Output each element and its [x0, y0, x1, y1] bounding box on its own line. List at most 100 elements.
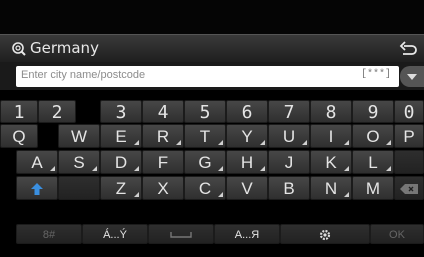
key-blank-left[interactable]: [58, 176, 100, 200]
key-label: C: [198, 179, 212, 198]
key-n[interactable]: N: [310, 176, 352, 200]
symbols-key[interactable]: 8#: [16, 224, 82, 244]
country-title: Germany: [30, 39, 99, 57]
key-label: K: [325, 153, 337, 172]
key-g[interactable]: G: [184, 150, 226, 174]
key-b[interactable]: B: [268, 176, 310, 200]
key-label: B: [283, 179, 295, 198]
chevron-down-icon: [407, 74, 417, 80]
key-o[interactable]: O: [352, 124, 394, 148]
key-label: 9: [367, 102, 379, 123]
key-j[interactable]: J: [268, 150, 310, 174]
search-placeholder: Enter city name/postcode: [21, 69, 146, 81]
status-bar: [0, 0, 424, 34]
key-label: H: [240, 153, 254, 172]
key-label: 0: [403, 102, 415, 123]
header-bar: Germany: [0, 34, 424, 64]
key-label: Y: [241, 127, 253, 146]
space-key[interactable]: [148, 224, 214, 244]
space-icon: [170, 232, 192, 238]
key-u[interactable]: U: [268, 124, 310, 148]
key-label: 8: [325, 102, 337, 123]
key-blank-right[interactable]: [394, 150, 424, 174]
key-label: 3: [115, 102, 127, 123]
ok-button[interactable]: OK: [370, 224, 424, 244]
key-y[interactable]: Y: [226, 124, 268, 148]
key-k[interactable]: K: [310, 150, 352, 174]
key-label: V: [241, 179, 253, 198]
key-8[interactable]: 8: [310, 100, 352, 123]
key-9[interactable]: 9: [352, 100, 394, 123]
key-label: 6: [241, 102, 253, 123]
key-t[interactable]: T: [184, 124, 226, 148]
key-label: M: [365, 179, 381, 198]
key-6[interactable]: 6: [226, 100, 268, 123]
key-label: OK: [389, 229, 405, 241]
key-e[interactable]: E: [100, 124, 142, 148]
key-label: S: [73, 153, 85, 172]
key-label: 4: [157, 102, 169, 123]
key-label: Q: [12, 127, 26, 146]
key-x[interactable]: X: [142, 176, 184, 200]
keyboard: 1 2 3 4 5 6 7 8 9 0 Q W E R T Y U I O P …: [0, 100, 424, 257]
key-label: 2: [51, 102, 63, 123]
gear-icon: [319, 229, 331, 241]
key-l[interactable]: L: [352, 150, 394, 174]
search-row: Enter city name/postcode [***]: [0, 62, 424, 90]
key-c[interactable]: C: [184, 176, 226, 200]
key-label: N: [324, 179, 338, 198]
key-label: W: [70, 127, 88, 146]
backspace-key[interactable]: [394, 176, 424, 200]
back-arrow-icon[interactable]: [398, 40, 418, 58]
key-label: L: [368, 153, 378, 172]
key-label: Z: [115, 179, 127, 198]
key-5[interactable]: 5: [184, 100, 226, 123]
key-s[interactable]: S: [58, 150, 100, 174]
key-label: T: [199, 127, 211, 146]
key-7[interactable]: 7: [268, 100, 310, 123]
key-label: 5: [199, 102, 211, 123]
key-label: U: [282, 127, 296, 146]
key-v[interactable]: V: [226, 176, 268, 200]
key-label: Á...Ý: [103, 229, 127, 241]
key-f[interactable]: F: [142, 150, 184, 174]
key-label: P: [403, 127, 415, 146]
key-label: 1: [13, 102, 25, 123]
key-label: E: [115, 127, 127, 146]
latin-accents-key[interactable]: Á...Ý: [82, 224, 148, 244]
cyrillic-key[interactable]: A...Я: [214, 224, 280, 244]
key-0[interactable]: 0: [394, 100, 424, 123]
key-z[interactable]: Z: [100, 176, 142, 200]
dropdown-button[interactable]: [400, 66, 424, 87]
key-a[interactable]: A: [16, 150, 58, 174]
key-label: A: [31, 153, 43, 172]
key-p[interactable]: P: [394, 124, 424, 148]
key-label: R: [156, 127, 170, 146]
key-label: 7: [283, 102, 295, 123]
key-4[interactable]: 4: [142, 100, 184, 123]
search-icon: [12, 42, 26, 56]
city-search-input[interactable]: Enter city name/postcode [***]: [16, 66, 399, 87]
key-label: D: [114, 153, 128, 172]
backspace-icon: [400, 184, 418, 194]
key-label: 8#: [42, 229, 56, 241]
key-label: X: [157, 179, 169, 198]
key-label: F: [157, 153, 169, 172]
key-1[interactable]: 1: [0, 100, 38, 123]
key-d[interactable]: D: [100, 150, 142, 174]
key-r[interactable]: R: [142, 124, 184, 148]
input-pattern: [***]: [360, 69, 391, 80]
key-q[interactable]: Q: [0, 124, 38, 148]
key-label: A...Я: [234, 229, 260, 241]
key-i[interactable]: I: [310, 124, 352, 148]
settings-key[interactable]: [280, 224, 370, 244]
key-w[interactable]: W: [58, 124, 100, 148]
key-m[interactable]: M: [352, 176, 394, 200]
key-label: I: [328, 127, 334, 146]
key-2[interactable]: 2: [38, 100, 76, 123]
shift-arrow-icon: [31, 183, 43, 195]
shift-key[interactable]: [16, 176, 58, 200]
key-h[interactable]: H: [226, 150, 268, 174]
key-3[interactable]: 3: [100, 100, 142, 123]
key-label: G: [198, 153, 212, 172]
